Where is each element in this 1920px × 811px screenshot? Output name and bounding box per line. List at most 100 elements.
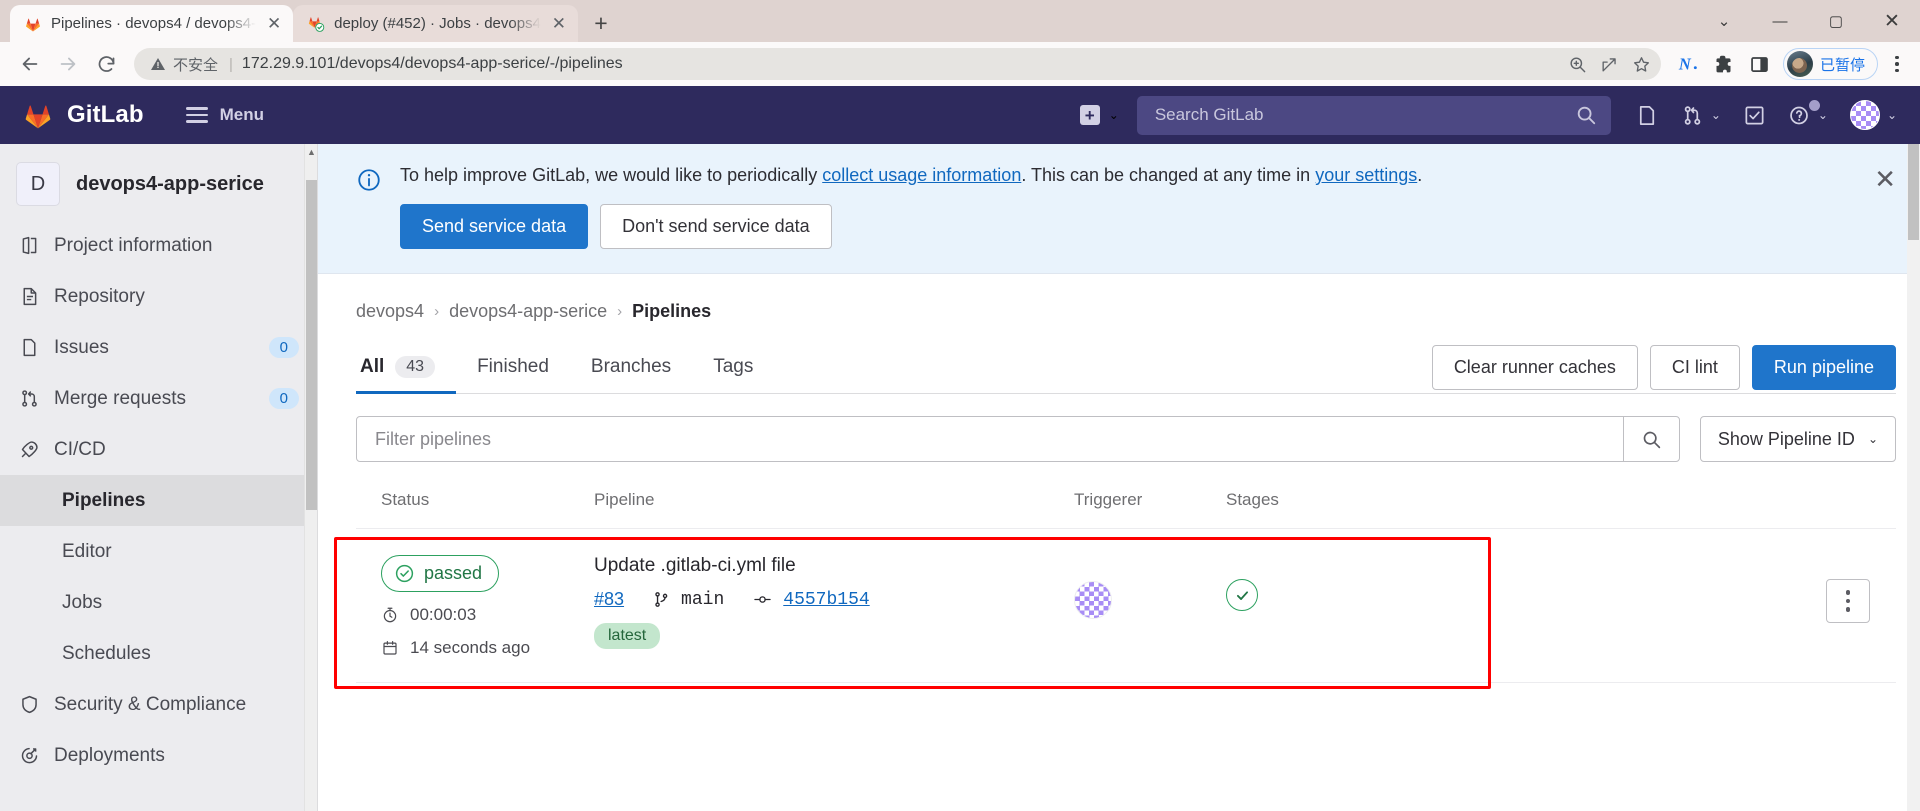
todos-icon[interactable] (1734, 96, 1775, 135)
tab-label: Tags (713, 356, 754, 378)
main-content: To help improve GitLab, we would like to… (318, 144, 1920, 811)
banner-text-before: To help improve GitLab, we would like to… (400, 165, 823, 185)
forward-icon[interactable] (50, 46, 86, 82)
sidebar-item-deployments[interactable]: Deployments (0, 730, 317, 781)
main-scrollbar[interactable] (1907, 144, 1920, 811)
sidebar-item-issues[interactable]: Issues 0 (0, 322, 317, 373)
address-bar[interactable]: 不安全 | 172.29.9.101/devops4/devops4-app-s… (134, 48, 1661, 80)
issues-icon (18, 337, 40, 358)
sidebar-item-schedules[interactable]: Schedules (0, 628, 317, 679)
merge-requests-icon[interactable]: ⌄ (1672, 96, 1730, 135)
window-maximize-icon[interactable]: ▢ (1808, 0, 1864, 42)
window-minimize-icon[interactable]: — (1752, 0, 1808, 42)
sidebar-scroll-thumb[interactable] (306, 180, 317, 510)
pipeline-id-link[interactable]: #83 (594, 589, 624, 610)
browser-profile-button[interactable]: 已暂停 (1782, 48, 1878, 80)
row-triggerer-cell (1074, 555, 1226, 620)
sidebar-item-project-information[interactable]: Project information (0, 220, 317, 271)
insecure-warning[interactable]: 不安全 (150, 54, 218, 75)
tab-tags[interactable]: Tags (692, 342, 774, 393)
row-more-actions-button[interactable] (1826, 579, 1870, 624)
search-input[interactable]: Search GitLab (1136, 95, 1611, 135)
tab-all[interactable]: All 43 (356, 342, 457, 395)
breadcrumb-item-group[interactable]: devops4 (356, 301, 424, 322)
side-panel-icon[interactable] (1743, 47, 1777, 81)
sidebar-item-security-compliance[interactable]: Security & Compliance (0, 679, 317, 730)
sidebar-item-label: Project information (54, 234, 213, 256)
sidebar-item-ci-cd[interactable]: CI/CD (0, 424, 317, 475)
scroll-up-icon[interactable]: ▲ (305, 148, 317, 157)
latest-tag-badge: latest (594, 623, 661, 650)
stage-status-icon[interactable] (1226, 579, 1258, 612)
row-age-label: 14 seconds ago (410, 638, 531, 658)
help-notification-dot (1808, 99, 1820, 111)
chevron-down-icon: ⌄ (1817, 108, 1828, 122)
back-icon[interactable] (12, 46, 48, 82)
window-close-icon[interactable]: ✕ (1864, 0, 1920, 42)
banner-buttons: Send service data Don't send service dat… (400, 204, 1896, 250)
new-tab-button[interactable]: + (584, 6, 618, 40)
status-badge[interactable]: passed (381, 555, 500, 593)
repository-icon (18, 286, 40, 307)
browser-tab-2[interactable]: deploy (#452) · Jobs · devops4 ✕ (293, 5, 578, 42)
filter-field[interactable] (356, 416, 1680, 463)
share-icon[interactable] (1595, 49, 1625, 79)
search-input[interactable] (357, 428, 1623, 450)
sidebar-item-jobs[interactable]: Jobs (0, 577, 317, 628)
extensions-puzzle-icon[interactable] (1707, 47, 1741, 81)
gitlab-navbar: GitLab Menu + ⌄ Search GitLab ⌄ ⌄ ⌄ (0, 86, 1920, 144)
main-scroll-thumb[interactable] (1908, 144, 1919, 240)
pipeline-title[interactable]: Update .gitlab-ci.yml file (594, 555, 1074, 577)
breadcrumb-item-project[interactable]: devops4-app-serice (449, 301, 607, 322)
url-text: 172.29.9.101/devops4/devops4-app-serice/… (241, 55, 623, 72)
row-status-cell: passed 00:00:03 14 seconds ago (356, 555, 594, 658)
search-icon[interactable] (1622, 417, 1679, 462)
sidebar-item-merge-requests[interactable]: Merge requests 0 (0, 373, 317, 424)
sidebar-item-repository[interactable]: Repository (0, 271, 317, 322)
shield-icon (18, 694, 40, 715)
sidebar-item-editor[interactable]: Editor (0, 526, 317, 577)
browser-tab-1-close-icon[interactable]: ✕ (265, 14, 283, 33)
browser-tab-1[interactable]: Pipelines · devops4 / devops4- ✕ (10, 5, 294, 42)
issues-icon[interactable] (1627, 96, 1668, 135)
sidebar-subitem-label: Schedules (62, 642, 151, 664)
create-new-button[interactable]: + ⌄ (1079, 105, 1119, 125)
clear-runner-caches-button[interactable]: Clear runner caches (1431, 345, 1638, 390)
tab-branches[interactable]: Branches (570, 342, 692, 393)
warning-triangle-icon (151, 58, 165, 70)
gitlab-menu-button[interactable]: Menu (178, 99, 272, 131)
send-service-data-button[interactable]: Send service data (400, 204, 589, 250)
browser-tab-2-close-icon[interactable]: ✕ (550, 14, 568, 33)
branch-name[interactable]: main (681, 590, 724, 610)
triggerer-avatar[interactable] (1074, 581, 1112, 620)
user-avatar-icon (1849, 100, 1880, 130)
your-settings-link[interactable]: your settings (1315, 165, 1417, 185)
banner-text-middle: . This can be changed at any time in (1021, 165, 1316, 185)
tab-finished[interactable]: Finished (456, 342, 570, 393)
window-collapse-icon[interactable]: ⌄ (1696, 0, 1752, 42)
sidebar-project-header[interactable]: D devops4-app-serice (0, 156, 317, 212)
breadcrumb-separator: › (434, 303, 440, 321)
sidebar-item-pipelines[interactable]: Pipelines (0, 475, 317, 526)
star-icon[interactable] (1627, 49, 1657, 79)
n-extension-icon[interactable]: N (1671, 47, 1705, 81)
browser-tab-2-title: deploy (#452) · Jobs · devops4 (334, 15, 541, 32)
zoom-in-icon[interactable] (1563, 49, 1593, 79)
ci-lint-button[interactable]: CI lint (1649, 345, 1740, 390)
dont-send-service-data-button[interactable]: Don't send service data (600, 204, 832, 250)
reload-icon[interactable] (88, 46, 124, 82)
commit-sha-link[interactable]: 4557b154 (783, 590, 869, 610)
sidebar-scrollbar[interactable]: ▲ (304, 144, 317, 811)
show-pipeline-id-dropdown[interactable]: Show Pipeline ID ⌄ (1699, 416, 1896, 463)
run-pipeline-button[interactable]: Run pipeline (1751, 345, 1896, 390)
collect-usage-information-link[interactable]: collect usage information (822, 165, 1021, 185)
merge-requests-icon (18, 388, 40, 409)
rocket-icon (18, 439, 40, 460)
browser-menu-icon[interactable] (1882, 47, 1912, 81)
close-icon[interactable]: ✕ (1874, 166, 1896, 192)
gitlab-brand[interactable]: GitLab (22, 99, 144, 131)
user-menu[interactable]: ⌄ (1841, 92, 1906, 138)
help-icon[interactable]: ⌄ (1779, 96, 1837, 135)
table-row[interactable]: passed 00:00:03 14 seconds ago Update .g… (356, 529, 1896, 682)
omnibox-actions (1563, 49, 1657, 79)
